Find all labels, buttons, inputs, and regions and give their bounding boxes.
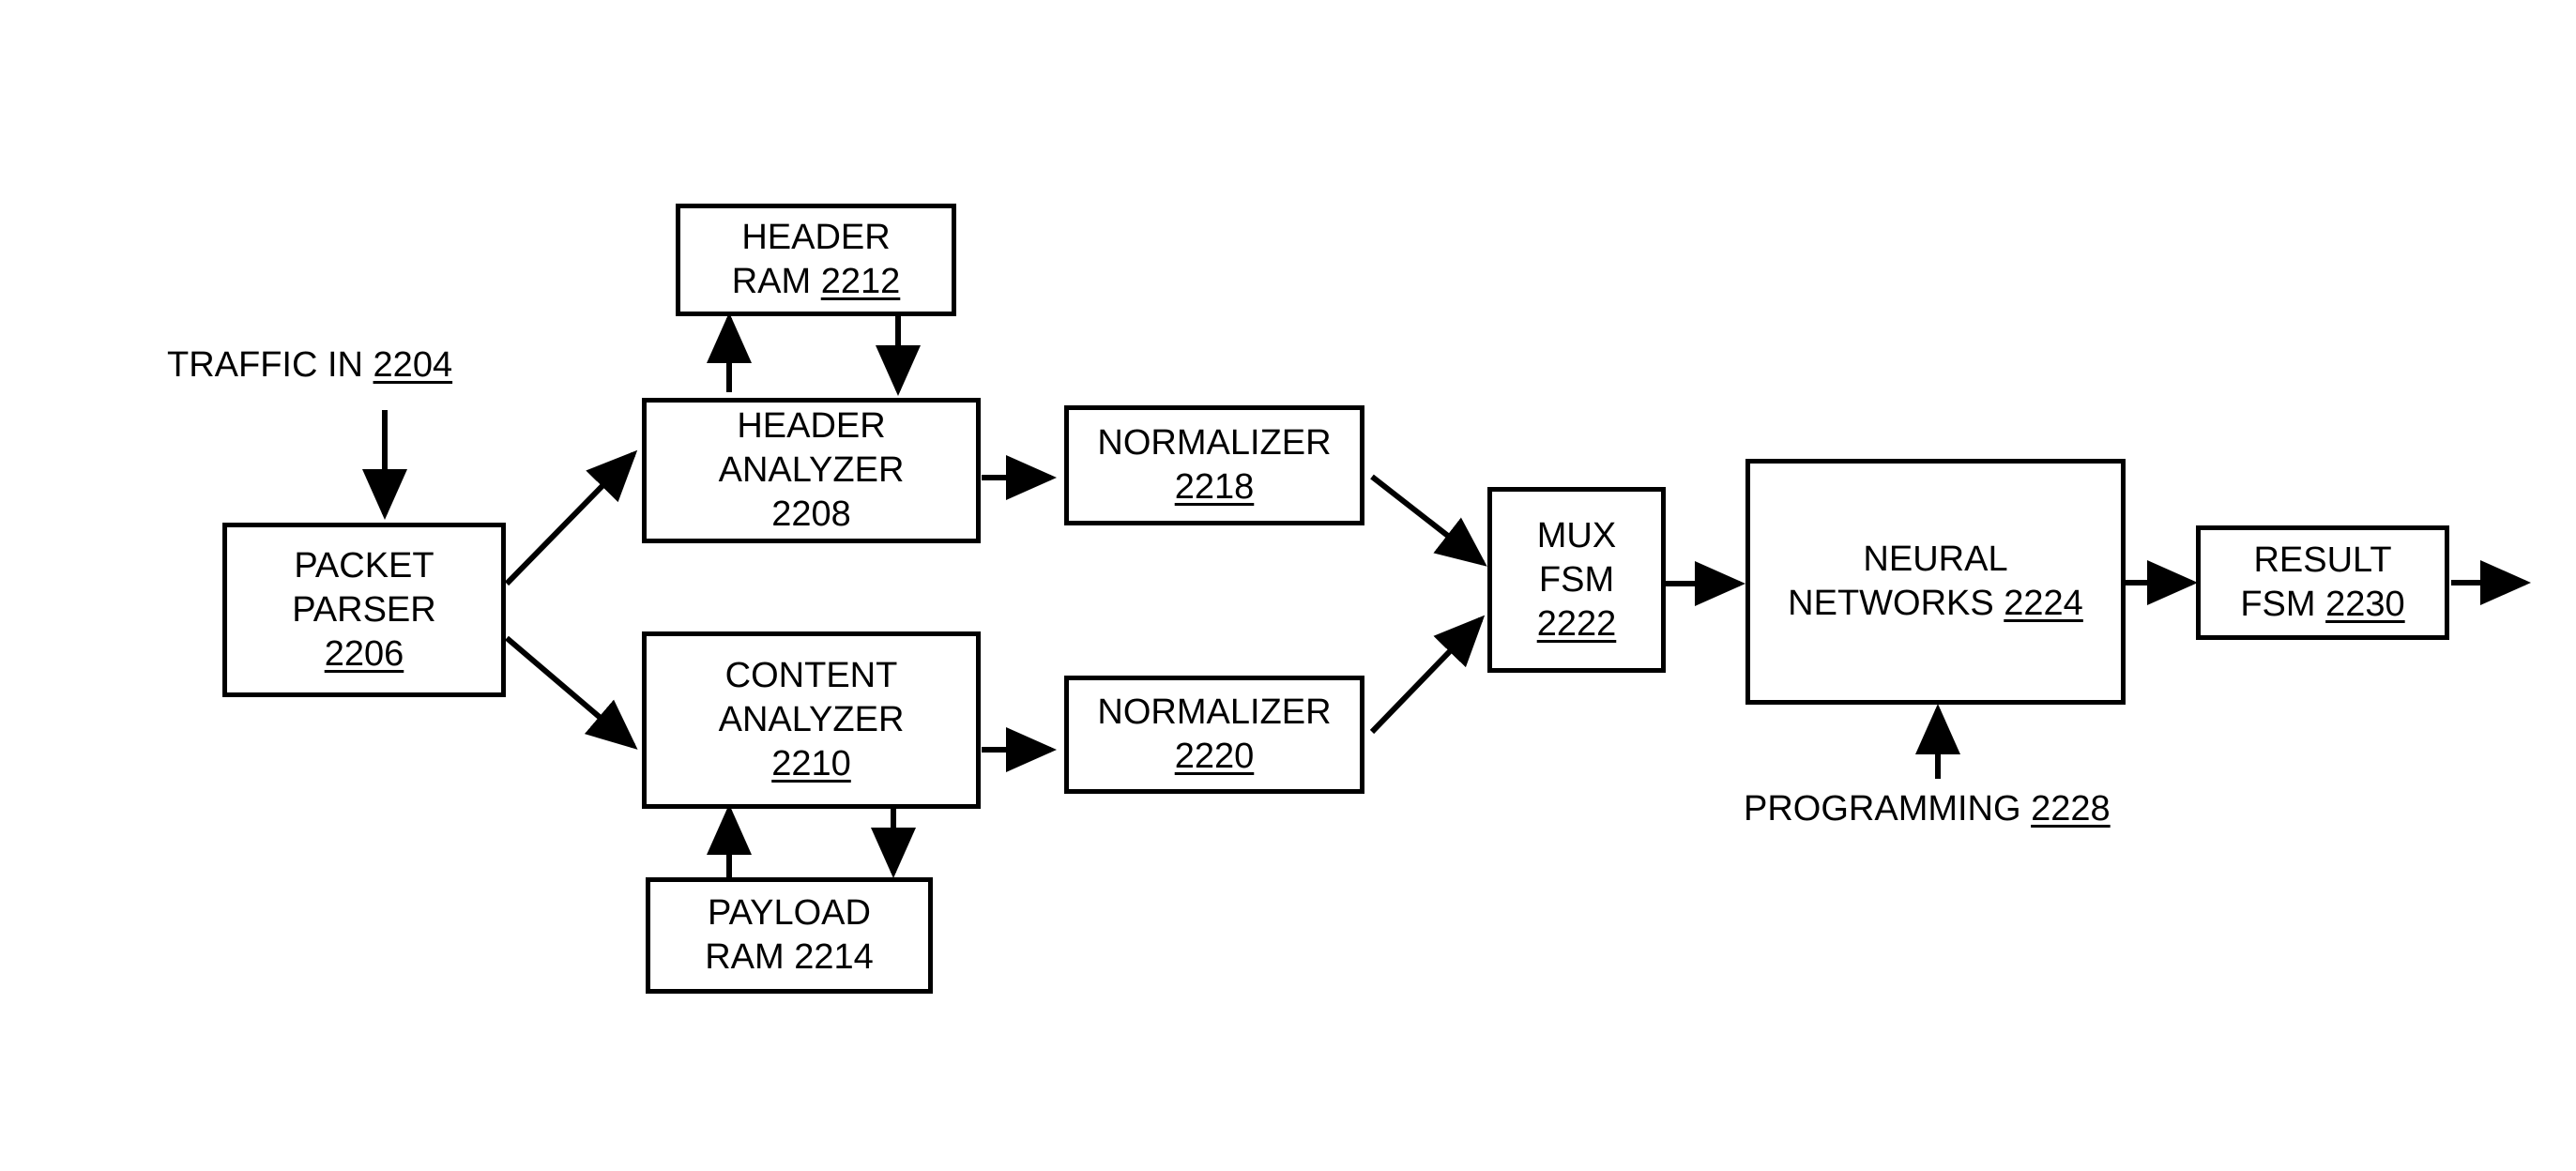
payload-ram-line1: PAYLOAD [708, 893, 871, 933]
packet-parser-ref: 2206 [324, 633, 404, 674]
mux-fsm-ref: 2222 [1536, 603, 1617, 644]
arrow-normalizer-to-mux-bottom [1369, 615, 1486, 735]
header-ram-text: RAM [731, 262, 812, 301]
programming-label: PROGRAMMING 2228 [1744, 788, 2111, 829]
normalizer-2220-line1: NORMALIZER [1097, 692, 1332, 732]
header-analyzer-line1: HEADER [737, 406, 886, 446]
arrow-parser-to-header-analyzer [504, 449, 638, 586]
content-analyzer-block: CONTENT ANALYZER 2210 [642, 631, 981, 809]
header-ram-line2: RAM 2212 [732, 260, 901, 304]
content-analyzer-ref: 2210 [771, 744, 851, 783]
result-fsm-line1: RESULT [2253, 540, 2392, 580]
normalizer-2218-ref: 2218 [1174, 467, 1255, 507]
traffic-in-text: TRAFFIC IN [167, 345, 363, 385]
result-fsm-ref: 2230 [2325, 585, 2405, 624]
content-analyzer-line2: ANALYZER [718, 700, 905, 739]
mux-fsm-block: MUX FSM 2222 [1487, 487, 1666, 673]
neural-networks-ref: 2224 [2004, 584, 2083, 623]
header-analyzer-ref: 2208 [771, 494, 851, 534]
normalizer-2220-ref: 2220 [1174, 737, 1255, 776]
header-analyzer-block: HEADER ANALYZER 2208 [642, 398, 981, 543]
mux-fsm-line1: MUX [1536, 515, 1617, 555]
normalizer-2218-block: NORMALIZER 2218 [1064, 405, 1364, 525]
payload-ram-line2: RAM 2214 [705, 937, 874, 977]
header-analyzer-line2: ANALYZER [718, 450, 905, 490]
neural-networks-line2: NETWORKS 2224 [1788, 582, 2083, 626]
normalizer-2220-block: NORMALIZER 2220 [1064, 676, 1364, 794]
programming-ref: 2228 [2031, 789, 2111, 829]
payload-ram-block: PAYLOAD RAM 2214 [646, 877, 933, 994]
header-ram-ref: 2212 [820, 262, 901, 301]
packet-parser-line1: PACKET [294, 545, 434, 586]
header-ram-block: HEADER RAM 2212 [676, 204, 956, 316]
header-ram-line1: HEADER [741, 218, 891, 257]
packet-parser-block: PACKET PARSER 2206 [222, 523, 506, 697]
mux-fsm-line2: FSM [1538, 559, 1615, 600]
result-fsm-text: FSM [2240, 585, 2316, 624]
traffic-in-label: TRAFFIC IN 2204 [167, 344, 452, 386]
programming-text: PROGRAMMING [1744, 789, 2021, 829]
arrow-parser-to-content-analyzer [505, 635, 638, 750]
normalizer-2218-line1: NORMALIZER [1097, 423, 1332, 463]
result-fsm-line2: FSM 2230 [2240, 583, 2404, 627]
neural-networks-line1: NEURAL [1863, 540, 2008, 579]
packet-parser-line2: PARSER [292, 589, 436, 630]
result-fsm-block: RESULT FSM 2230 [2196, 525, 2449, 640]
neural-networks-block: NEURAL NETWORKS 2224 [1745, 459, 2126, 705]
neural-networks-text: NETWORKS [1788, 584, 1994, 623]
content-analyzer-line1: CONTENT [724, 656, 898, 695]
traffic-in-ref: 2204 [373, 345, 453, 385]
arrow-normalizer-to-mux-top [1370, 474, 1487, 567]
